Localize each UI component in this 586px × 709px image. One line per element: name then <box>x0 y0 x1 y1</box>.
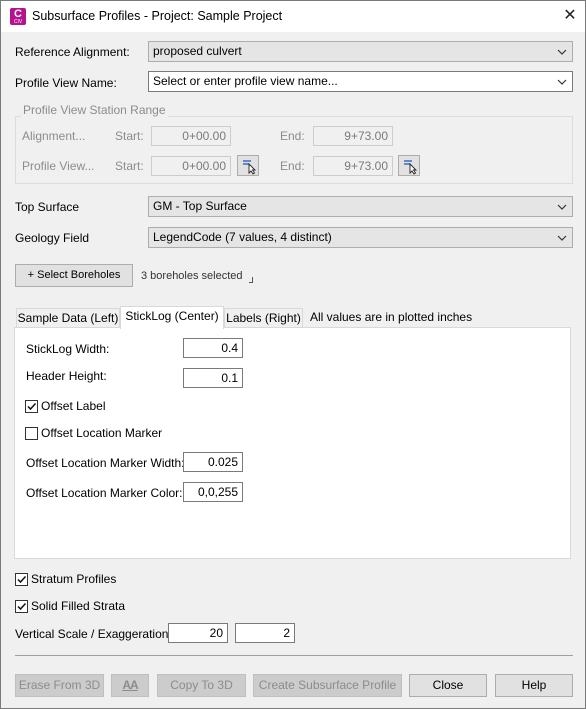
alignment-range-label: Alignment... <box>22 129 86 143</box>
reference-alignment-label: Reference Alignment: <box>15 45 130 59</box>
geology-field-dropdown[interactable]: LegendCode (7 values, 4 distinct) <box>148 227 573 248</box>
offset-label-text: Offset Label <box>41 399 106 413</box>
sticklog-tab-panel <box>14 327 571 559</box>
footer-separator <box>15 655 573 656</box>
top-surface-value: GM - Top Surface <box>153 199 247 213</box>
stratum-profiles-text: Stratum Profiles <box>31 572 117 586</box>
check-icon <box>17 602 27 611</box>
station-range-title: Profile View Station Range <box>21 103 168 117</box>
geology-field-label: Geology Field <box>15 231 90 245</box>
profile-end-field: 9+73.00 <box>313 156 393 176</box>
window-title: Subsurface Profiles - Project: Sample Pr… <box>32 9 283 23</box>
select-boreholes-button[interactable]: + Select Boreholes <box>15 264 133 287</box>
marker-width-label: Offset Location Marker Width: <box>26 456 185 470</box>
solid-filled-strata-checkbox[interactable] <box>15 600 28 613</box>
solid-filled-strata-text: Solid Filled Strata <box>31 599 126 613</box>
create-subsurface-profile-button[interactable]: Create Subsurface Profile <box>253 674 402 697</box>
alignment-end-label: End: <box>280 129 305 143</box>
reference-alignment-dropdown[interactable]: proposed culvert <box>148 41 573 62</box>
profile-view-range-label: Profile View... <box>22 159 95 173</box>
check-icon <box>27 402 37 411</box>
geology-field-value: LegendCode (7 values, 4 distinct) <box>153 230 332 244</box>
tab-sample-data[interactable]: Sample Data (Left) <box>16 308 120 328</box>
alignment-start-field: 0+00.00 <box>151 126 231 146</box>
pick-station-icon <box>243 160 257 175</box>
pick-station-icon <box>404 160 418 175</box>
offset-label-checkbox[interactable] <box>25 400 38 413</box>
marker-color-input[interactable]: 0,0,255 <box>183 482 243 502</box>
text-style-button[interactable]: AA <box>111 674 149 697</box>
close-button[interactable]: Close <box>409 674 487 697</box>
vertical-scale-label: Vertical Scale / Exaggeration: <box>15 627 172 641</box>
profile-start-label: Start: <box>115 159 144 173</box>
reference-alignment-value: proposed culvert <box>153 44 242 58</box>
erase-from-3d-button[interactable]: Erase From 3D <box>15 674 104 697</box>
offset-location-marker-text: Offset Location Marker <box>41 426 163 440</box>
chevron-down-icon <box>556 197 568 216</box>
profile-start-field: 0+00.00 <box>151 156 231 176</box>
offset-location-marker-checkbox[interactable] <box>25 427 38 440</box>
profile-view-name-label: Profile View Name: <box>15 76 117 90</box>
tab-labels[interactable]: Labels (Right) <box>224 308 303 328</box>
header-height-input[interactable]: 0.1 <box>183 368 243 388</box>
exaggeration-input[interactable]: 2 <box>235 623 295 643</box>
marker-color-label: Offset Location Marker Color: <box>26 486 183 500</box>
profile-view-name-combobox[interactable]: Select or enter profile view name... <box>148 71 573 92</box>
alignment-end-field: 9+73.00 <box>313 126 393 146</box>
app-icon-sub: CIV <box>13 19 23 25</box>
resize-grip-mark <box>249 277 253 283</box>
title-bar[interactable]: C CIV Subsurface Profiles - Project: Sam… <box>1 1 585 32</box>
close-icon[interactable]: ✕ <box>561 7 579 25</box>
header-height-label: Header Height: <box>26 369 107 383</box>
pick-end-station-button[interactable] <box>398 155 420 176</box>
dialog-window: C CIV Subsurface Profiles - Project: Sam… <box>0 0 586 709</box>
sticklog-width-input[interactable]: 0.4 <box>183 338 243 358</box>
vertical-scale-input[interactable]: 20 <box>168 623 228 643</box>
profile-end-label: End: <box>280 159 305 173</box>
alignment-start-label: Start: <box>115 129 144 143</box>
plotted-inches-note: All values are in plotted inches <box>310 310 473 324</box>
stratum-profiles-checkbox[interactable] <box>15 573 28 586</box>
help-button[interactable]: Help <box>495 674 573 697</box>
station-range-group <box>15 116 573 184</box>
chevron-down-icon <box>556 42 568 61</box>
civil3d-app-icon: C CIV <box>10 8 26 25</box>
sticklog-width-label: StickLog Width: <box>26 342 110 356</box>
profile-view-name-placeholder: Select or enter profile view name... <box>153 74 338 88</box>
text-style-icon: AA <box>122 678 138 692</box>
tab-sticklog[interactable]: StickLog (Center) <box>120 306 224 329</box>
copy-to-3d-button[interactable]: Copy To 3D <box>157 674 246 697</box>
marker-width-input[interactable]: 0.025 <box>183 452 243 472</box>
top-surface-dropdown[interactable]: GM - Top Surface <box>148 196 573 217</box>
top-surface-label: Top Surface <box>15 200 80 214</box>
chevron-down-icon <box>556 228 568 247</box>
chevron-down-icon <box>556 72 568 91</box>
boreholes-status: 3 boreholes selected <box>141 270 243 282</box>
pick-start-station-button[interactable] <box>237 155 259 176</box>
check-icon <box>17 575 27 584</box>
